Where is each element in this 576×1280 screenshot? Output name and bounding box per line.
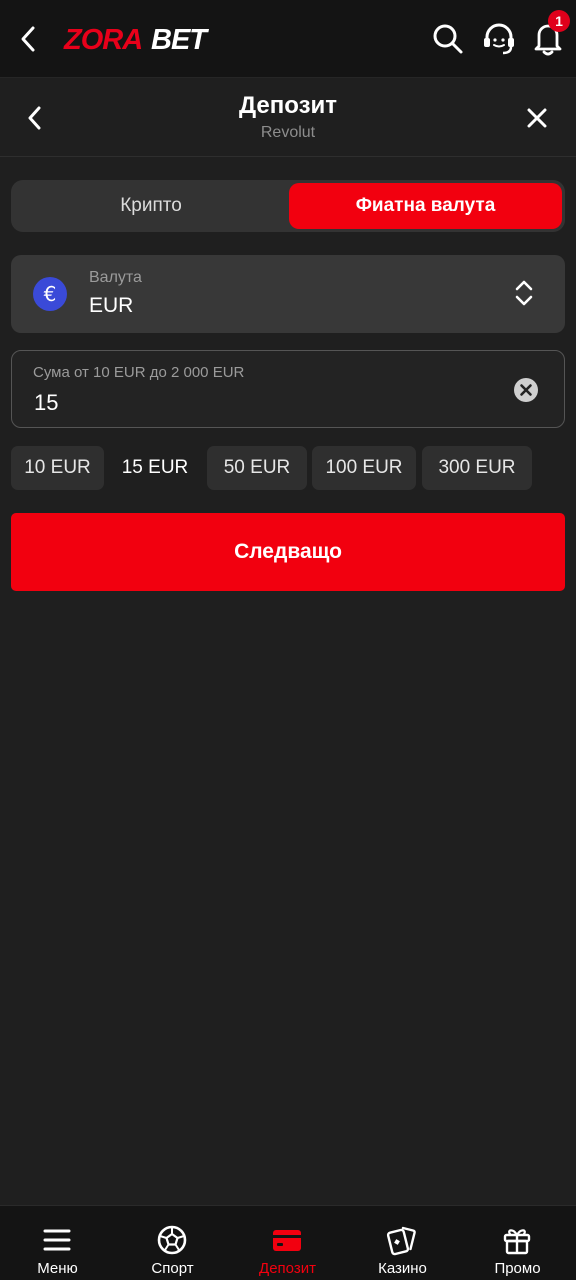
tab-fiat-currency[interactable]: Фиатна валута	[289, 183, 562, 229]
nav-item-casino[interactable]: Казино	[345, 1206, 460, 1280]
nav-label: Меню	[37, 1260, 78, 1277]
cards-icon	[386, 1226, 416, 1256]
amount-field[interactable]: Сума от 10 EUR до 2 000 EUR 15	[11, 350, 565, 428]
nav-label: Промо	[494, 1260, 541, 1277]
card-icon	[273, 1230, 301, 1251]
nav-item-sport[interactable]: Спорт	[115, 1206, 230, 1280]
search-icon[interactable]	[430, 20, 466, 58]
currency-type-tabs: Крипто Фиатна валута	[11, 180, 565, 232]
euro-icon: €	[33, 277, 67, 311]
nav-item-deposit[interactable]: Депозит	[230, 1206, 345, 1280]
preset-amount-button[interactable]: 300 EUR	[422, 446, 532, 490]
bottom-navigation: Меню Спорт Депозит Казино Промо	[0, 1205, 576, 1280]
currency-value: EUR	[89, 294, 134, 317]
close-icon[interactable]	[522, 101, 552, 135]
preset-amount-button[interactable]: 100 EUR	[312, 446, 416, 490]
preset-amount-button[interactable]: 50 EUR	[207, 446, 307, 490]
preset-amount-button[interactable]: 10 EUR	[11, 446, 104, 490]
nav-label: Казино	[378, 1260, 427, 1277]
gift-icon	[503, 1229, 531, 1255]
nav-item-menu[interactable]: Меню	[0, 1206, 115, 1280]
nav-label: Депозит	[259, 1260, 316, 1277]
nav-item-promo[interactable]: Промо	[460, 1206, 575, 1280]
clear-icon[interactable]	[512, 376, 540, 404]
currency-label: Валута	[89, 269, 142, 286]
currency-select[interactable]: € Валута EUR	[11, 255, 565, 333]
amount-input[interactable]: 15	[34, 390, 58, 416]
menu-icon	[43, 1229, 71, 1251]
support-headset-icon[interactable]	[479, 19, 519, 59]
svg-text:ZORA: ZORA	[63, 24, 142, 56]
soccer-ball-icon	[157, 1225, 187, 1255]
preset-amount-button[interactable]: 15 EUR	[109, 446, 201, 490]
amount-label: Сума от 10 EUR до 2 000 EUR	[33, 364, 245, 381]
next-button[interactable]: Следващо	[11, 513, 565, 591]
svg-text:BET: BET	[151, 24, 209, 56]
nav-label: Спорт	[151, 1260, 194, 1277]
chevron-up-down-icon	[515, 280, 533, 306]
tab-crypto[interactable]: Крипто	[14, 183, 288, 229]
notification-badge: 1	[548, 10, 570, 32]
back-icon[interactable]	[14, 22, 44, 56]
payment-method-subtitle: Revolut	[260, 124, 316, 141]
zorabet-logo[interactable]: ZORA BET	[62, 22, 222, 56]
deposit-header: Депозит Revolut	[0, 79, 576, 157]
page-title: Депозит	[238, 92, 337, 119]
top-app-bar: ZORA BET 1	[0, 0, 576, 78]
